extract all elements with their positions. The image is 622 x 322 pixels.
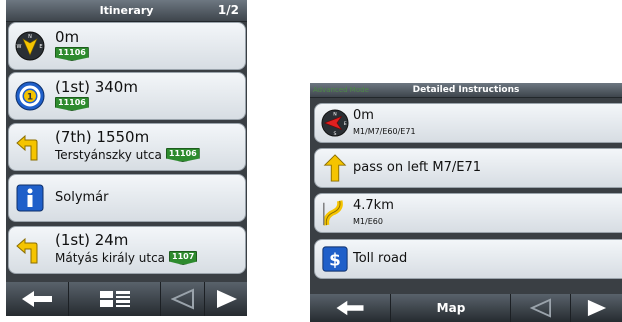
dollar-icon: $ bbox=[322, 246, 348, 272]
place-label: Solymár bbox=[55, 190, 109, 205]
instruction-label: Toll road bbox=[353, 251, 408, 266]
itinerary-screen: Itinerary 1/2 N W E 0m 11106 1 (1st) 340… bbox=[6, 0, 247, 316]
itinerary-item[interactable]: 1 (1st) 340m 11106 bbox=[8, 72, 246, 120]
road-name: M1/E60 bbox=[353, 217, 383, 226]
mode-label: Advanced Mode bbox=[313, 86, 369, 94]
title-bar: Advanced Mode Detailed Instructions bbox=[310, 83, 622, 98]
detailed-instructions-screen: Advanced Mode Detailed Instructions N E … bbox=[310, 83, 622, 322]
turn-left-icon bbox=[16, 134, 38, 161]
back-arrow-icon bbox=[22, 291, 52, 307]
road-name: Mátyás király utca bbox=[55, 251, 166, 265]
road-name: Terstyánszky utca bbox=[55, 148, 162, 162]
compass-icon: N E S bbox=[321, 109, 349, 137]
turn-left-icon bbox=[16, 237, 38, 264]
distance-label: 0m bbox=[353, 108, 374, 123]
road-curve-icon bbox=[323, 200, 343, 226]
distance-label: (1st) 340m bbox=[55, 78, 138, 96]
previous-page-button[interactable] bbox=[510, 294, 571, 322]
screen-title: Itinerary bbox=[99, 4, 154, 17]
road-shield: 1107 bbox=[169, 251, 198, 265]
screen-title: Detailed Instructions bbox=[412, 85, 520, 95]
svg-text:$: $ bbox=[329, 250, 341, 270]
instruction-label: pass on left M7/E71 bbox=[353, 160, 482, 175]
road-shield: 11106 bbox=[55, 97, 89, 111]
back-button[interactable] bbox=[310, 294, 390, 322]
map-button[interactable]: Map bbox=[390, 294, 511, 322]
itinerary-item[interactable]: Solymár bbox=[8, 174, 246, 222]
next-page-icon bbox=[216, 290, 237, 308]
road-info: 11106 bbox=[55, 97, 89, 111]
previous-page-icon bbox=[171, 288, 194, 310]
roundabout-icon: 1 bbox=[15, 81, 45, 111]
road-name: M1/M7/E60/E71 bbox=[353, 127, 416, 136]
svg-text:E: E bbox=[39, 44, 42, 50]
title-bar: Itinerary 1/2 bbox=[6, 0, 247, 22]
info-icon bbox=[16, 184, 44, 212]
next-page-icon bbox=[587, 299, 607, 317]
distance-label: 0m bbox=[55, 28, 80, 46]
previous-page-button[interactable] bbox=[160, 282, 205, 316]
svg-text:W: W bbox=[17, 44, 22, 50]
road-info: 11106 bbox=[55, 47, 89, 61]
instruction-item[interactable]: N E S 0m M1/M7/E60/E71 bbox=[314, 103, 622, 143]
next-page-button[interactable] bbox=[204, 282, 247, 316]
list-view-button[interactable] bbox=[68, 282, 161, 316]
svg-text:S: S bbox=[334, 131, 337, 137]
next-page-button[interactable] bbox=[570, 294, 622, 322]
road-info: Mátyás király utca 1107 bbox=[55, 251, 198, 265]
list-view-icon bbox=[100, 291, 130, 307]
bottom-toolbar bbox=[6, 282, 247, 316]
svg-text:E: E bbox=[344, 121, 347, 127]
itinerary-item[interactable]: (1st) 24m Mátyás király utca 1107 bbox=[8, 226, 246, 274]
itinerary-item[interactable]: (7th) 1550m Terstyánszky utca 11106 bbox=[8, 123, 246, 171]
svg-text:N: N bbox=[28, 34, 32, 40]
road-info: Terstyánszky utca 11106 bbox=[55, 148, 200, 162]
road-shield: 11106 bbox=[165, 148, 200, 162]
distance-label: 4.7km bbox=[353, 198, 394, 213]
instruction-item[interactable]: $ Toll road bbox=[314, 239, 622, 279]
instruction-item[interactable]: 4.7km M1/E60 bbox=[314, 193, 622, 233]
back-button[interactable] bbox=[6, 282, 68, 316]
road-shield: 11106 bbox=[55, 47, 89, 61]
instruction-item[interactable]: pass on left M7/E71 bbox=[314, 148, 622, 188]
svg-text:1: 1 bbox=[27, 93, 33, 103]
keep-straight-icon bbox=[323, 154, 347, 182]
page-indicator: 1/2 bbox=[217, 3, 239, 17]
itinerary-item[interactable]: N W E 0m 11106 bbox=[8, 22, 246, 70]
map-button-label: Map bbox=[436, 301, 466, 315]
svg-text:N: N bbox=[333, 112, 337, 118]
distance-label: (7th) 1550m bbox=[55, 128, 150, 146]
distance-label: (1st) 24m bbox=[55, 231, 129, 249]
previous-page-icon bbox=[529, 298, 551, 318]
compass-icon: N W E bbox=[15, 31, 45, 61]
back-arrow-icon bbox=[336, 300, 364, 316]
bottom-toolbar: Map bbox=[310, 294, 622, 322]
